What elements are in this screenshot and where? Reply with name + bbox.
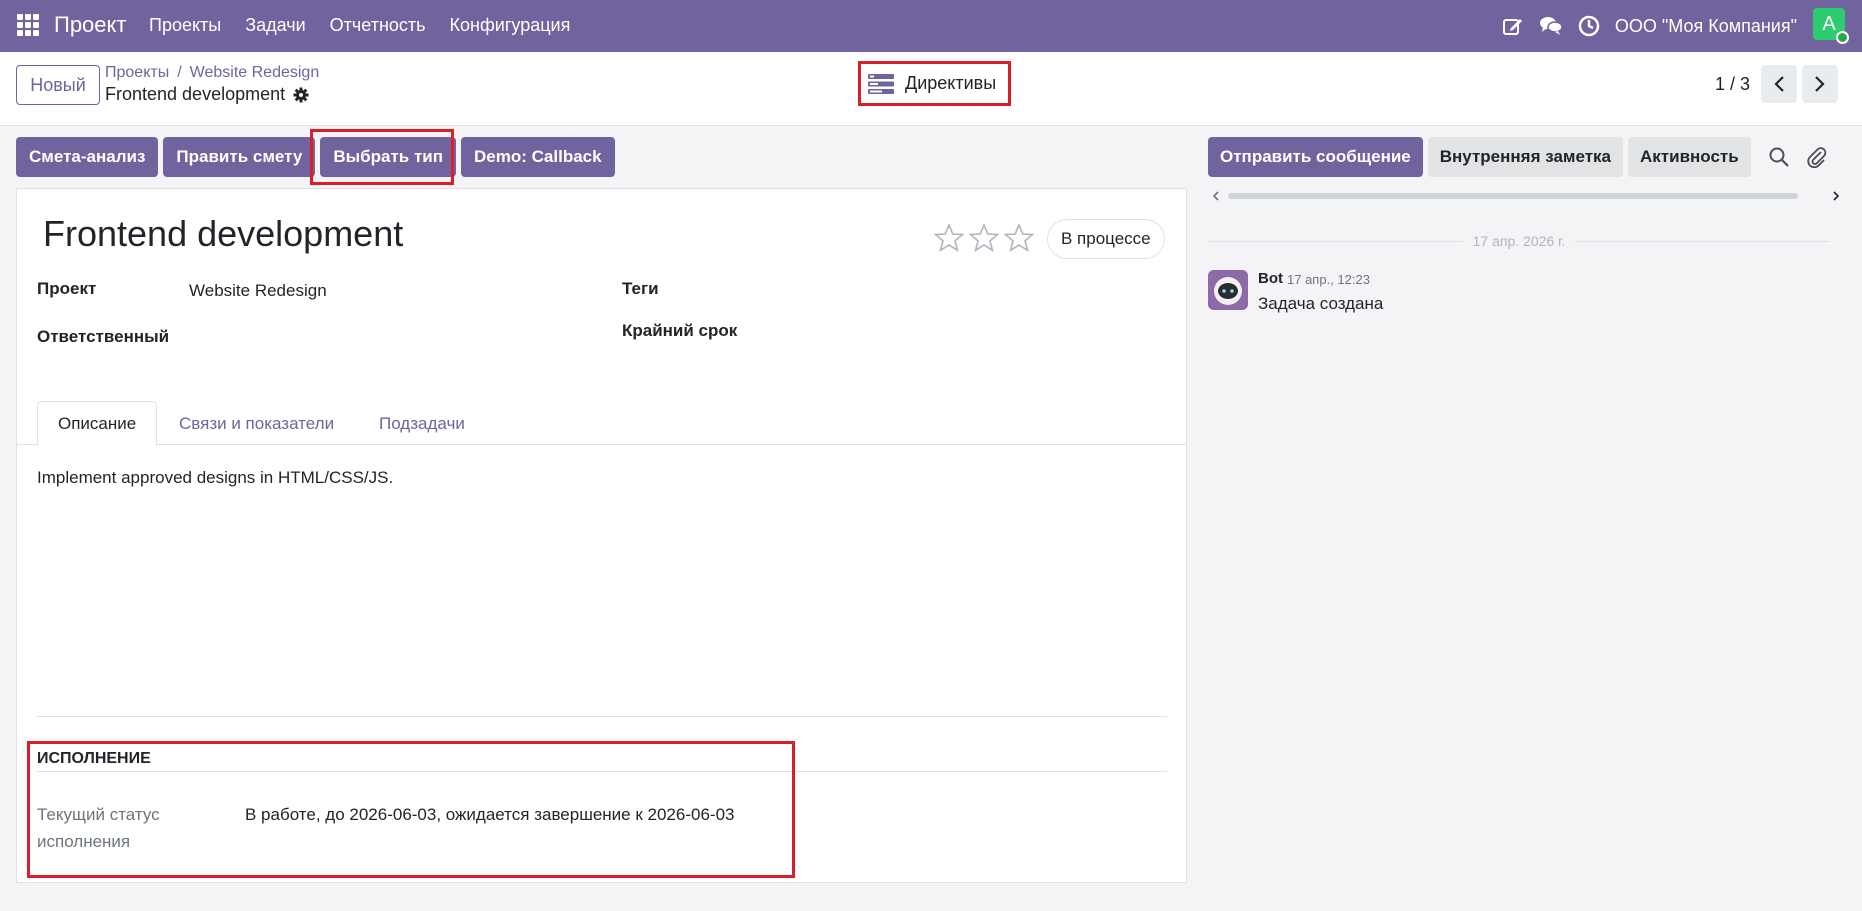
star-icon[interactable] — [934, 223, 964, 253]
date-separator-label: 17 апр. 2026 г. — [1472, 233, 1566, 249]
record-title-wrap: Frontend development — [105, 84, 309, 105]
user-menu[interactable]: A — [1813, 8, 1849, 44]
assignee-label: Ответственный — [37, 327, 170, 346]
directives-icon — [868, 73, 894, 94]
apps-icon[interactable] — [17, 14, 39, 36]
action-buttons: Смета-анализ Править смету Выбрать тип D… — [16, 137, 620, 177]
tab-description[interactable]: Описание — [37, 401, 158, 446]
activity-button[interactable]: Активность — [1628, 137, 1751, 177]
form-sheet: Frontend development В процессе Проект W… — [16, 188, 1187, 883]
star-icon[interactable] — [969, 223, 999, 253]
directives-label: Директивы — [905, 73, 997, 93]
chatter-buttons: Отправить сообщение Внутренняя заметка А… — [1208, 137, 1756, 177]
breadcrumb-website-redesign[interactable]: Website Redesign — [190, 64, 320, 81]
stage-status-button[interactable]: В процессе — [1047, 219, 1165, 259]
demo-callback-button[interactable]: Demo: Callback — [461, 137, 615, 177]
top-navbar: Проект Проекты Задачи Отчетность Конфигу… — [0, 0, 1862, 52]
new-button[interactable]: Новый — [16, 65, 100, 105]
execution-section-title: ИСПОЛНЕНИЕ — [37, 750, 151, 767]
company-switcher[interactable]: ООО "Моя Компания" — [1615, 16, 1797, 37]
send-message-button[interactable]: Отправить сообщение — [1208, 137, 1423, 177]
tab-links-metrics[interactable]: Связи и показатели — [159, 401, 354, 446]
systray: ООО "Моя Компания" A — [1501, 0, 1862, 52]
bot-avatar[interactable] — [1208, 270, 1248, 310]
pager-value[interactable]: 1 / 3 — [1715, 74, 1750, 95]
breadcrumb-separator: / — [177, 64, 182, 81]
log-note-button[interactable]: Внутренняя заметка — [1427, 137, 1624, 177]
online-status-dot — [1836, 31, 1849, 44]
gear-icon[interactable] — [293, 87, 309, 103]
execution-status-value: В работе, до 2026-06-03, ожидается завер… — [245, 805, 735, 824]
chevron-left-icon[interactable] — [1212, 191, 1220, 201]
section-divider — [37, 716, 1167, 717]
control-panel: Новый Проекты / Website Redesign Frontend … — [0, 52, 1862, 126]
menu-item-tasks[interactable]: Задачи — [245, 15, 305, 36]
search-icon[interactable] — [1768, 146, 1790, 168]
description-text[interactable]: Implement approved designs in HTML/CSS/J… — [37, 468, 393, 488]
message-body: Задача создана — [1258, 294, 1384, 313]
project-label: Проект — [37, 279, 97, 298]
project-field[interactable]: Website Redesign — [189, 281, 327, 301]
choose-type-button[interactable]: Выбрать тип — [320, 137, 457, 177]
app-brand[interactable]: Проект — [54, 12, 126, 38]
tags-label: Теги — [622, 279, 659, 298]
chevron-left-icon — [1774, 76, 1784, 92]
record-title: Frontend development — [105, 84, 286, 104]
pager-next-button[interactable] — [1802, 65, 1838, 103]
menu-item-projects[interactable]: Проекты — [149, 15, 221, 36]
directives-button[interactable]: Директивы — [858, 61, 1011, 106]
chat-icon[interactable] — [1539, 14, 1563, 38]
edit-icon[interactable] — [1501, 14, 1525, 38]
message-time: 17 апр., 12:23 — [1287, 272, 1370, 287]
clock-icon[interactable] — [1577, 14, 1601, 38]
menu-item-configuration[interactable]: Конфигурация — [450, 15, 571, 36]
main-menu: Проекты Задачи Отчетность Конфигурация — [149, 15, 594, 36]
star-icon[interactable] — [1004, 223, 1034, 253]
execution-section-line — [37, 771, 1167, 772]
chevron-right-icon — [1815, 76, 1825, 92]
pager-previous-button[interactable] — [1761, 65, 1797, 103]
deadline-label: Крайний срок — [622, 321, 738, 340]
breadcrumb: Проекты / Website Redesign — [105, 64, 319, 82]
breadcrumb-projects[interactable]: Проекты — [105, 64, 169, 81]
chevron-right-icon[interactable] — [1832, 191, 1840, 201]
task-name[interactable]: Frontend development — [43, 213, 403, 255]
edit-estimate-button[interactable]: Править смету — [163, 137, 316, 177]
estimate-analysis-button[interactable]: Смета-анализ — [16, 137, 159, 177]
priority-stars — [934, 223, 1039, 253]
scrollbar-thumb[interactable] — [1228, 193, 1798, 199]
message-author[interactable]: Bot — [1258, 270, 1283, 287]
date-separator: 17 апр. 2026 г. — [1208, 230, 1830, 252]
execution-status-label: Текущий статус исполнения — [37, 805, 160, 851]
notebook-tabs: Описание Связи и показатели Подзадачи — [17, 395, 1186, 446]
tab-subtasks[interactable]: Подзадачи — [359, 401, 485, 446]
menu-item-reporting[interactable]: Отчетность — [330, 15, 426, 36]
chatter-scrollbar[interactable] — [1212, 190, 1842, 202]
paperclip-icon[interactable] — [1806, 146, 1828, 168]
